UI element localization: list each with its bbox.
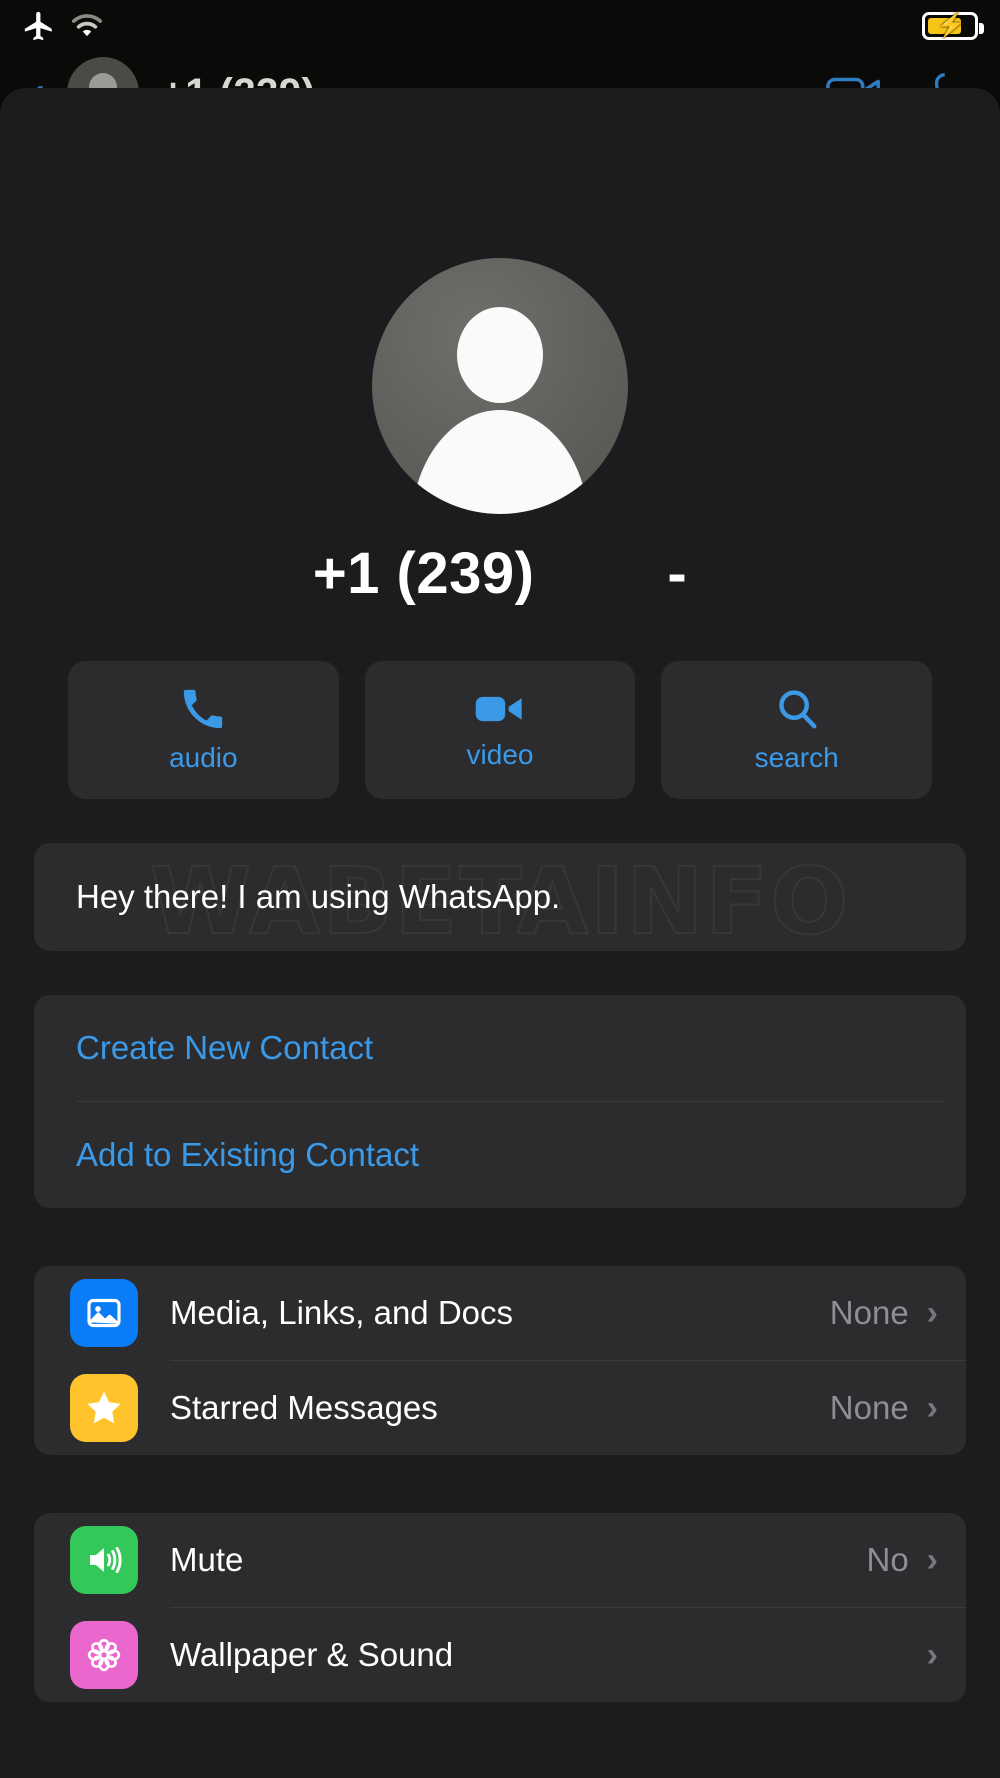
wifi-icon xyxy=(70,12,104,40)
flower-icon xyxy=(70,1621,138,1689)
row-starred-messages[interactable]: Starred Messages None › xyxy=(34,1361,966,1455)
status-bar-left xyxy=(22,9,104,43)
chevron-right-icon: › xyxy=(927,1391,938,1425)
search-button[interactable]: search xyxy=(661,661,932,799)
status-bar: ⚡ xyxy=(0,0,1000,52)
speaker-icon xyxy=(70,1526,138,1594)
video-camera-icon xyxy=(474,689,526,729)
video-call-label: video xyxy=(467,739,534,771)
about-card: Hey there! I am using WhatsApp. xyxy=(34,843,966,951)
phone-screen: ⚡ ‹ +1 (239) WABETAINFO xyxy=(0,0,1000,1778)
mute-value: No xyxy=(866,1541,908,1579)
contact-info-sheet: WABETAINFO +1 (239) - audio xyxy=(0,88,1000,1778)
magnifier-icon xyxy=(774,686,820,732)
audio-call-button[interactable]: audio xyxy=(68,661,339,799)
audio-call-label: audio xyxy=(169,742,238,774)
quick-actions: audio video search xyxy=(0,661,1000,799)
about-text: Hey there! I am using WhatsApp. xyxy=(34,843,966,951)
star-icon xyxy=(70,1374,138,1442)
row-media-links-docs[interactable]: Media, Links, and Docs None › xyxy=(34,1266,966,1360)
contact-phone-number: +1 (239) - xyxy=(0,540,1000,607)
chevron-right-icon: › xyxy=(927,1638,938,1672)
chevron-right-icon: › xyxy=(927,1296,938,1330)
media-card: Media, Links, and Docs None › Starred Me… xyxy=(34,1266,966,1455)
video-call-button[interactable]: video xyxy=(365,661,636,799)
starred-messages-value: None xyxy=(830,1389,909,1427)
row-mute[interactable]: Mute No › xyxy=(34,1513,966,1607)
contact-avatar[interactable] xyxy=(372,258,628,514)
create-new-contact-button[interactable]: Create New Contact xyxy=(34,995,966,1101)
contact-actions-card: Create New Contact Add to Existing Conta… xyxy=(34,995,966,1208)
photo-icon xyxy=(70,1279,138,1347)
add-to-existing-contact-button[interactable]: Add to Existing Contact xyxy=(34,1102,966,1208)
battery-charging-icon: ⚡ xyxy=(922,12,978,40)
media-links-docs-label: Media, Links, and Docs xyxy=(170,1294,830,1332)
status-bar-right: ⚡ xyxy=(922,12,978,40)
wallpaper-sound-label: Wallpaper & Sound xyxy=(170,1636,909,1674)
airplane-mode-icon xyxy=(22,9,56,43)
phone-icon xyxy=(180,686,226,732)
mute-label: Mute xyxy=(170,1541,866,1579)
media-links-docs-value: None xyxy=(830,1294,909,1332)
profile-header: +1 (239) - xyxy=(0,88,1000,607)
starred-messages-label: Starred Messages xyxy=(170,1389,830,1427)
row-wallpaper-sound[interactable]: Wallpaper & Sound › xyxy=(34,1608,966,1702)
settings-card: Mute No › xyxy=(34,1513,966,1702)
search-label: search xyxy=(755,742,839,774)
chevron-right-icon: › xyxy=(927,1543,938,1577)
